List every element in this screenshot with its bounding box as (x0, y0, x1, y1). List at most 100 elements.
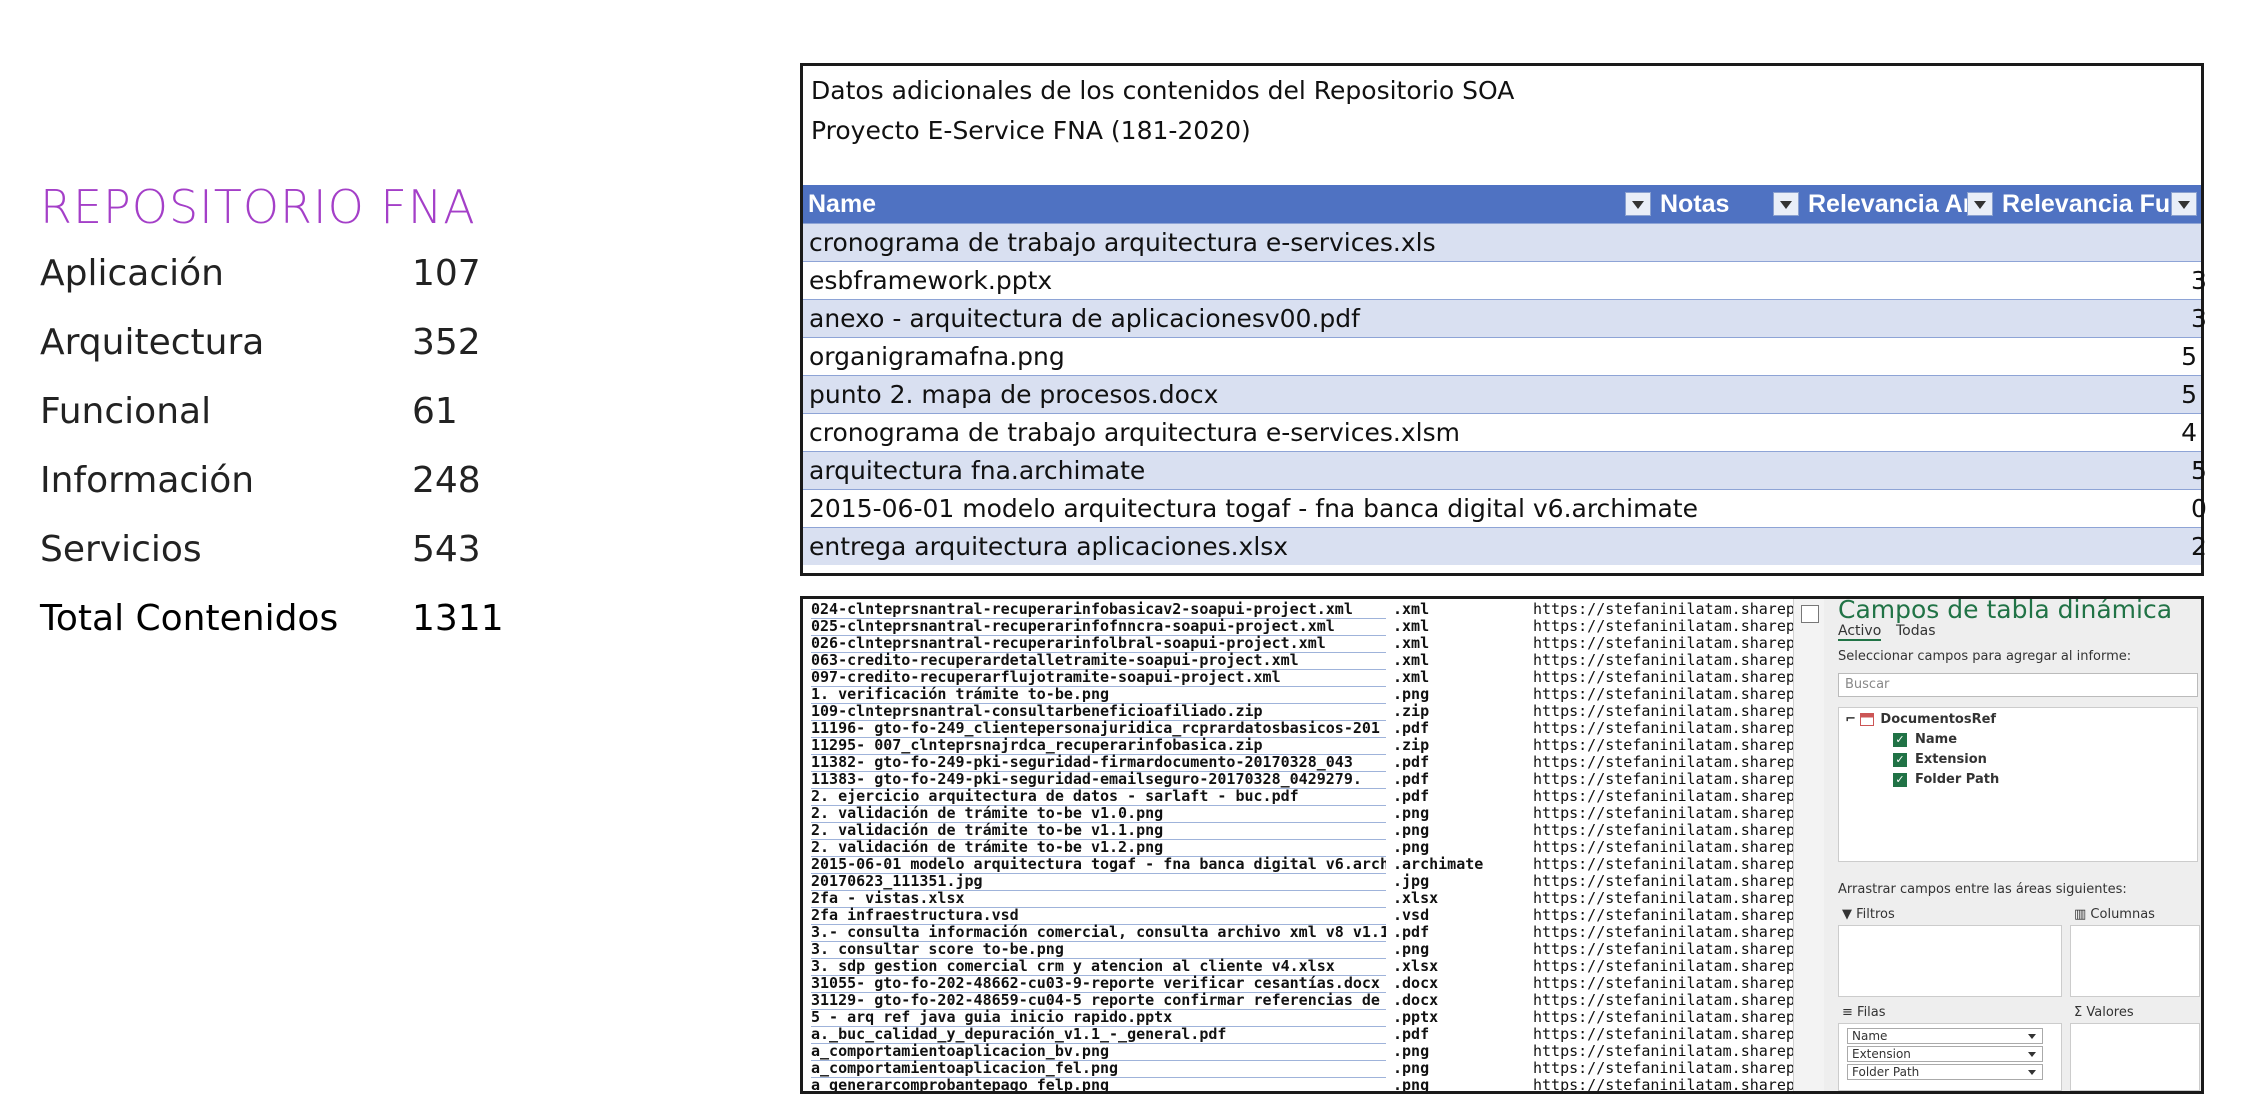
cell-folder-path[interactable]: https://stefaninilatam.sharep (1533, 1060, 1793, 1077)
checkbox[interactable] (1801, 605, 1819, 623)
cell-extension[interactable]: .docx (1393, 992, 1523, 1009)
table-row[interactable]: arquitectura fna.archimate 5 (803, 451, 2207, 489)
cell-extension[interactable]: .xlsx (1393, 890, 1523, 907)
cell-folder-path[interactable]: https://stefaninilatam.sharep (1533, 635, 1793, 652)
filter-dropdown-icon[interactable] (1967, 192, 1993, 216)
cell-name[interactable]: 11295- 007_clnteprsnajrdca_recuperarinfo… (811, 737, 1386, 755)
cell-name[interactable]: 109-clnteprsnantral-consultarbeneficioaf… (811, 703, 1386, 721)
table-row[interactable]: 2015-06-01 modelo arquitectura togaf - f… (803, 489, 2207, 527)
cell-extension[interactable]: .xml (1393, 669, 1523, 686)
cell-name[interactable]: 2fa infraestructura.vsd (811, 907, 1386, 925)
sheet-row[interactable]: 2fa - vistas.xlsx .xlsx https://stefaninil… (803, 890, 1793, 908)
table-row[interactable]: organigramafna.png 5 (803, 337, 2201, 375)
cell-extension[interactable]: .xml (1393, 635, 1523, 652)
cell-name[interactable]: 2. validación de trámite to-be v1.2.png (811, 839, 1386, 857)
cell-name[interactable]: 11382- gto-fo-249-pki-seguridad-firmardo… (811, 754, 1386, 772)
cell-name[interactable]: 024-clnteprsnantral-recuperarinfobasicav… (811, 601, 1386, 619)
row-field-extension[interactable]: Extension (1847, 1046, 2043, 1062)
cell-folder-path[interactable]: https://stefaninilatam.sharep (1533, 601, 1793, 618)
sheet-row[interactable]: 024-clnteprsnantral-recuperarinfobasicav… (803, 601, 1793, 619)
sheet-row[interactable]: 20170623_111351.jpg .jpg https://stefanini… (803, 873, 1793, 891)
cell-folder-path[interactable]: https://stefaninilatam.sharep (1533, 907, 1793, 924)
cell-extension[interactable]: .xml (1393, 601, 1523, 618)
cell-extension[interactable]: .vsd (1393, 907, 1523, 924)
cell-name[interactable]: a_comportamientoaplicacion_fel.png (811, 1060, 1386, 1078)
cell-extension[interactable]: .pdf (1393, 1026, 1523, 1043)
sheet-row[interactable]: 2. validación de trámite to-be v1.1.png.… (803, 822, 1793, 840)
header-name[interactable]: Name (803, 185, 1655, 223)
checkbox-checked-icon[interactable]: ✓ (1893, 752, 1907, 767)
field-name[interactable]: ✓ Name (1893, 732, 1957, 747)
cell-folder-path[interactable]: https://stefaninilatam.sharep (1533, 703, 1793, 720)
vertical-scrollbar[interactable] (1793, 599, 1825, 1091)
cell-folder-path[interactable]: https://stefaninilatam.sharep (1533, 618, 1793, 635)
cell-folder-path[interactable]: https://stefaninilatam.sharep (1533, 975, 1793, 992)
table-row[interactable]: esbframework.pptx 3 (803, 261, 2207, 299)
cell-name[interactable]: 3.- consulta información comercial, cons… (811, 924, 1386, 942)
cell-extension[interactable]: .png (1393, 686, 1523, 703)
cell-extension[interactable]: .png (1393, 1043, 1523, 1060)
cell-name[interactable]: 2fa - vistas.xlsx (811, 890, 1386, 908)
sheet-row[interactable]: 025-clnteprsnantral-recuperarinfofnncra-… (803, 618, 1793, 636)
cell-folder-path[interactable]: https://stefaninilatam.sharep (1533, 822, 1793, 839)
cell-folder-path[interactable]: https://stefaninilatam.sharep (1533, 1026, 1793, 1043)
header-notas[interactable]: Notas (1655, 185, 1803, 223)
sheet-row[interactable]: 11383- gto-fo-249-pki-seguridad-emailseg… (803, 771, 1793, 789)
cell-extension[interactable]: .pdf (1393, 924, 1523, 941)
cell-extension[interactable]: .pdf (1393, 720, 1523, 737)
cell-folder-path[interactable]: https://stefaninilatam.sharep (1533, 737, 1793, 754)
tab-activo[interactable]: Activo (1838, 623, 1882, 641)
sheet-row[interactable]: 31129- gto-fo-202-48659-cu04-5 reporte c… (803, 992, 1793, 1010)
sheet-row[interactable]: 11295- 007_clnteprsnajrdca_recuperarinfo… (803, 737, 1793, 755)
tab-todas[interactable]: Todas (1896, 623, 1936, 639)
cell-name[interactable]: a_comportamientoaplicacion_bv.png (811, 1043, 1386, 1061)
sheet-row[interactable]: 109-clnteprsnantral-consultarbeneficioaf… (803, 703, 1793, 721)
sheet-row[interactable]: 1. verificación trámite to-be.png .png htt… (803, 686, 1793, 704)
sheet-row[interactable]: 097-credito-recuperarflujotramite-soapui… (803, 669, 1793, 687)
cell-name[interactable]: 026-clnteprsnantral-recuperarinfolbral-s… (811, 635, 1386, 653)
sheet-row[interactable]: 5 - arq ref java guia inicio rapido.pptx… (803, 1009, 1793, 1027)
cell-extension[interactable]: .xml (1393, 652, 1523, 669)
cell-folder-path[interactable]: https://stefaninilatam.sharep (1533, 754, 1793, 771)
cell-extension[interactable]: .pdf (1393, 771, 1523, 788)
cell-folder-path[interactable]: https://stefaninilatam.sharep (1533, 805, 1793, 822)
sheet-row[interactable]: 2. validación de trámite to-be v1.2.png.… (803, 839, 1793, 857)
cell-extension[interactable]: .xml (1393, 618, 1523, 635)
cell-folder-path[interactable]: https://stefaninilatam.sharep (1533, 771, 1793, 788)
cell-name[interactable]: 2015-06-01 modelo arquitectura togaf - f… (811, 856, 1386, 874)
cell-extension[interactable]: .png (1393, 822, 1523, 839)
cell-folder-path[interactable]: https://stefaninilatam.sharep (1533, 1043, 1793, 1060)
checkbox-checked-icon[interactable]: ✓ (1893, 732, 1907, 747)
filter-dropdown-icon[interactable] (2171, 192, 2197, 216)
filters-drop-area[interactable] (1838, 925, 2062, 997)
sheet-row[interactable]: 3. sdp gestion comercial crm y atencion … (803, 958, 1793, 976)
cell-extension[interactable]: .xlsx (1393, 958, 1523, 975)
sheet-row[interactable]: 026-clnteprsnantral-recuperarinfolbral-s… (803, 635, 1793, 653)
table-row[interactable]: cronograma de trabajo arquitectura e-ser… (803, 223, 2201, 261)
sheet-row[interactable]: 3.- consulta información comercial, cons… (803, 924, 1793, 942)
table-row[interactable]: cronograma de trabajo arquitectura e-ser… (803, 413, 2201, 451)
cell-folder-path[interactable]: https://stefaninilatam.sharep (1533, 1077, 1793, 1091)
field-search-input[interactable]: Buscar (1838, 673, 2198, 697)
cell-folder-path[interactable]: https://stefaninilatam.sharep (1533, 652, 1793, 669)
sheet-row[interactable]: 2. ejercicio arquitectura de datos - sar… (803, 788, 1793, 806)
sheet-row[interactable]: a_generarcomprobantepago_felp.png .png htt… (803, 1077, 1793, 1091)
cell-name[interactable]: 5 - arq ref java guia inicio rapido.pptx (811, 1009, 1386, 1027)
values-drop-area[interactable] (2070, 1023, 2200, 1091)
cell-name[interactable]: a_generarcomprobantepago_felp.png (811, 1077, 1386, 1091)
sheet-row[interactable]: a._buc_calidad_y_depuración_v1.1_-_gener… (803, 1026, 1793, 1044)
sheet-row[interactable]: a_comportamientoaplicacion_fel.png .png ht… (803, 1060, 1793, 1078)
field-extension[interactable]: ✓ Extension (1893, 752, 1987, 767)
header-relevancia-funcional[interactable]: Relevancia Fu (1997, 185, 2201, 223)
cell-extension[interactable]: .png (1393, 941, 1523, 958)
cell-name[interactable]: 2. validación de trámite to-be v1.1.png (811, 822, 1386, 840)
field-folder-path[interactable]: ✓ Folder Path (1893, 772, 1999, 787)
sheet-row[interactable]: 31055- gto-fo-202-48662-cu03-9-reporte v… (803, 975, 1793, 993)
cell-name[interactable]: 2. ejercicio arquitectura de datos - sar… (811, 788, 1386, 806)
cell-folder-path[interactable]: https://stefaninilatam.sharep (1533, 890, 1793, 907)
sheet-row[interactable]: 11196- gto-fo-249_clientepersonajuridica… (803, 720, 1793, 738)
sheet-row[interactable]: 2015-06-01 modelo arquitectura togaf - f… (803, 856, 1793, 874)
cell-name[interactable]: 2. validación de trámite to-be v1.0.png (811, 805, 1386, 823)
collapse-icon[interactable]: ⌐ (1845, 712, 1860, 727)
table-row[interactable]: entrega arquitectura aplicaciones.xlsx 2 (803, 527, 2207, 565)
